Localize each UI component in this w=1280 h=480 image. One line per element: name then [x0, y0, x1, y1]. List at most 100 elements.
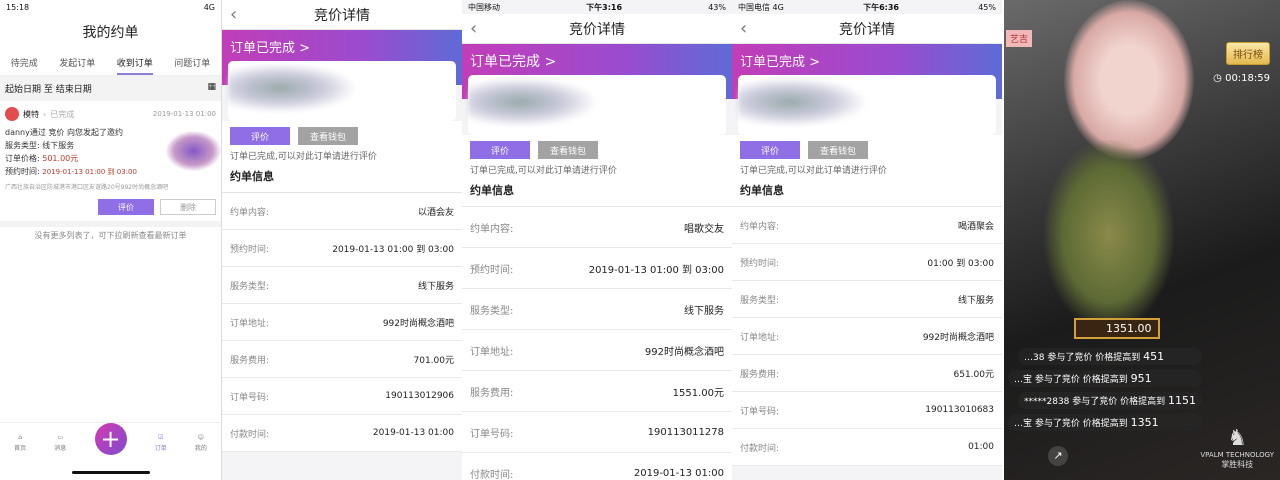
logo-mark: ♞: [1227, 426, 1248, 451]
tab-received[interactable]: 收到订单: [116, 56, 153, 75]
status-bar: 中国移动 下午3:16 43%: [462, 0, 732, 14]
info-value: 992时尚概念酒吧: [644, 346, 724, 358]
rate-button[interactable]: 评价: [98, 199, 154, 215]
view-wallet-button[interactable]: 查看钱包: [298, 127, 358, 145]
bid-user: …38: [1024, 353, 1045, 363]
order-card[interactable]: 模特 › 已完成 2019-01-13 01:00 danny通过 竞价 向您发起了邀…: [0, 101, 221, 227]
status-network: 4G: [203, 2, 215, 12]
delete-button[interactable]: 删除: [160, 199, 216, 215]
page-title: 竞价详情: [839, 21, 895, 38]
date-filter[interactable]: 起始日期 至 结束日期 ▦: [0, 76, 221, 101]
info-value: 2019-01-13 01:00: [633, 467, 724, 479]
bid-detail-screen-1: ‹ 竞价详情 订单已完成 > 评价 查看钱包 订单已完成,可以对此订单请进行评价 约…: [222, 0, 462, 480]
page-title: 竞价详情: [569, 21, 625, 38]
add-button[interactable]: +: [94, 422, 127, 455]
tabbar-label: 订单: [154, 444, 167, 452]
status-time: 下午6:36: [863, 2, 899, 12]
bid-amount: 1351: [1130, 416, 1159, 429]
rate-button[interactable]: 评价: [230, 127, 290, 145]
rate-button[interactable]: 评价: [470, 141, 530, 159]
info-label: 服务类型:: [470, 305, 514, 317]
info-value: 以酒会友: [417, 207, 454, 218]
page-title: 我的约单: [82, 25, 139, 41]
info-label: 约单内容:: [230, 207, 270, 218]
user-avatar-blurred: [738, 77, 868, 127]
order-state: 已完成: [50, 109, 75, 119]
bid-amount: 1151: [1168, 394, 1197, 407]
end-date[interactable]: 结束日期: [56, 85, 92, 95]
info-value: 190113010683: [925, 405, 994, 415]
info-value: 1551.00元: [672, 387, 724, 399]
info-row: 服务费用: 701.00元: [222, 341, 462, 378]
user-card: [228, 61, 456, 121]
nav-bar: ‹ 竞价详情: [222, 0, 462, 30]
back-icon[interactable]: ‹: [740, 18, 747, 39]
carrier: 中国电信 4G: [738, 2, 784, 12]
info-row: 服务费用: 651.00元: [732, 355, 1002, 392]
info-row: 预约时间: 2019-01-13 01:00 到 03:00: [222, 230, 462, 267]
price-value: 501.00元: [42, 154, 79, 163]
bid-message: …宝 参与了竞价 价格提高到 951: [1008, 370, 1203, 387]
rate-button[interactable]: 评价: [740, 141, 800, 159]
ranking-button[interactable]: 排行榜: [1226, 42, 1270, 65]
bid-user: …宝: [1014, 375, 1033, 385]
streamer-video: [1064, 0, 1194, 160]
hint-text: 订单已完成,可以对此订单请进行评价: [732, 161, 1002, 178]
info-row: 订单号码: 190113011278: [462, 412, 732, 453]
nav-bar: 我的约单: [0, 14, 221, 50]
bid-detail-screen-2: 中国移动 下午3:16 43% ‹ 竞价详情 订单已完成 > 评价 查看钱包 订单已完成,…: [462, 0, 732, 480]
clock-icon: ◷: [1213, 73, 1222, 84]
tab-sent[interactable]: 发起订单: [59, 56, 95, 69]
order-time: 2019-01-13 01:00: [152, 110, 216, 118]
order-address: 广西壮族自治区防城港市港口区友谊路20号992时尚概念酒吧: [5, 184, 169, 191]
info-row: 付款时间: 2019-01-13 01:00: [222, 415, 462, 452]
info-label: 服务类型:: [740, 295, 780, 306]
back-icon[interactable]: ‹: [230, 4, 237, 25]
my-orders-screen: 15:18 4G 我的约单 待完成 发起订单 收到订单 问题订单 起始日期 至 结…: [0, 0, 222, 480]
user-avatar-blurred: [468, 77, 598, 127]
section-title: 约单信息: [462, 178, 732, 207]
back-icon[interactable]: ‹: [470, 18, 477, 39]
home-indicator: [72, 471, 150, 474]
share-icon[interactable]: ↗: [1048, 446, 1068, 466]
bid-text: 参与了竞价 价格提高到: [1047, 353, 1141, 363]
check-icon: ☑: [158, 433, 164, 441]
timer-value: 00:18:59: [1225, 73, 1270, 84]
tabbar-messages[interactable]: ▭ 消息: [54, 434, 66, 452]
info-label: 订单地址:: [230, 318, 270, 329]
info-label: 付款时间:: [740, 443, 780, 454]
bid-message: …宝 参与了竞价 价格提高到 1351: [1008, 414, 1203, 431]
info-label: 服务费用:: [470, 387, 514, 399]
info-value: 2019-01-13 01:00 到 03:00: [332, 244, 454, 255]
page-title: 竞价详情: [314, 7, 370, 24]
view-wallet-button[interactable]: 查看钱包: [538, 141, 598, 159]
tabbar-orders[interactable]: ☑ 订单: [155, 434, 167, 452]
info-row: 付款时间: 01:00: [732, 429, 1002, 466]
nav-bar: ‹ 竞价详情: [732, 14, 1002, 44]
bid-user: *****2838: [1024, 397, 1070, 407]
user-icon: ☺: [197, 433, 205, 441]
battery: 45%: [978, 2, 996, 12]
nav-bar: ‹ 竞价详情: [462, 14, 732, 44]
info-value: 喝酒聚会: [957, 221, 994, 232]
hint-text: 订单已完成,可以对此订单请进行评价: [222, 147, 462, 164]
bid-text: 参与了竞价 价格提高到: [1034, 375, 1128, 385]
no-more-text: 没有更多列表了，可下拉刷新查看最新订单: [34, 231, 187, 240]
tab-problem[interactable]: 问题订单: [174, 56, 210, 69]
bid-detail-screen-3: 中国电信 4G 下午6:36 45% ‹ 竞价详情 订单已完成 > 评价 查看钱包 订单已…: [732, 0, 1002, 480]
tabbar-home[interactable]: ⌂ 首页: [14, 434, 26, 452]
info-value: 线下服务: [684, 305, 724, 317]
start-date[interactable]: 起始日期: [5, 85, 41, 95]
view-wallet-button[interactable]: 查看钱包: [808, 141, 868, 159]
info-label: 订单地址:: [740, 332, 780, 343]
hint-text: 订单已完成,可以对此订单请进行评价: [462, 161, 732, 178]
info-row: 服务费用: 1551.00元: [462, 371, 732, 412]
tabbar-me[interactable]: ☺ 我的: [195, 434, 207, 452]
message-icon: ▭: [57, 433, 64, 441]
order-user: 模特: [23, 109, 39, 119]
info-value: 992时尚概念酒吧: [382, 318, 454, 329]
calendar-icon[interactable]: ▦: [207, 82, 216, 95]
info-row: 订单号码: 190113010683: [732, 392, 1002, 429]
info-value: 线下服务: [417, 281, 454, 292]
tab-pending[interactable]: 待完成: [11, 56, 38, 69]
